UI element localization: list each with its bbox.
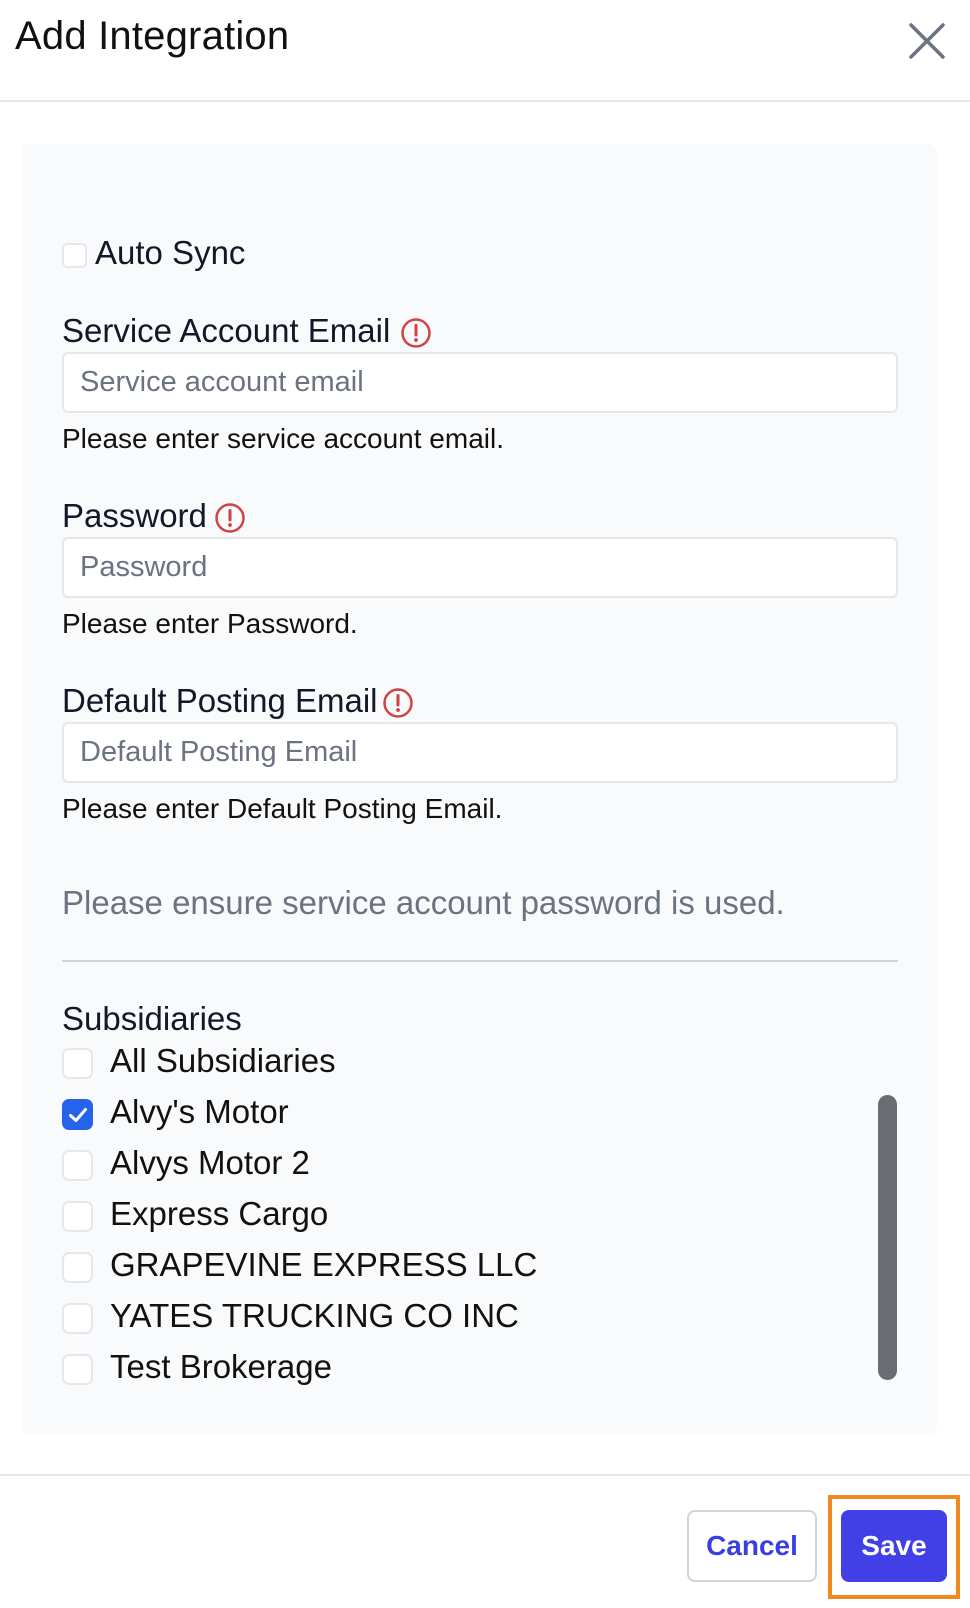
subsidiary-item[interactable]: GRAPEVINE EXPRESS LLC: [22, 1244, 872, 1296]
subsidiary-item[interactable]: YATES TRUCKING CO INC: [22, 1295, 872, 1347]
auto-sync-checkbox[interactable]: [62, 243, 87, 268]
subsidiary-checkbox[interactable]: [62, 1252, 93, 1283]
dialog-header: Add Integration: [0, 0, 970, 102]
dialog-title: Add Integration: [15, 14, 290, 58]
password-error: Please enter Password.: [62, 608, 358, 639]
subsidiary-label: Alvys Motor 2: [110, 1144, 310, 1181]
subsidiary-label: Test Brokerage: [110, 1348, 332, 1385]
default-posting-email-field[interactable]: [62, 722, 898, 783]
password-note: Please ensure service account password i…: [62, 884, 785, 921]
alert-circle-icon: [215, 503, 245, 533]
subsidiary-label: Alvy's Motor: [110, 1093, 289, 1130]
dialog-footer: [0, 1474, 970, 1608]
subsidiary-label: All Subsidiaries: [110, 1042, 336, 1079]
add-integration-dialog: Add Integration Auto Sync Service Accoun…: [0, 0, 970, 1608]
auto-sync-label: Auto Sync: [95, 234, 246, 271]
default-posting-email-label: Default Posting Email: [62, 682, 378, 719]
subsidiary-label: GRAPEVINE EXPRESS LLC: [110, 1246, 538, 1283]
subsidiary-checkbox[interactable]: [62, 1099, 93, 1130]
check-icon: [69, 1108, 87, 1122]
password-label: Password: [62, 497, 207, 534]
subsidiaries-list: All Subsidiaries Alvy's Motor Alvys Moto…: [22, 1040, 937, 1396]
close-icon: [909, 23, 945, 59]
subsidiary-item[interactable]: Alvys Motor 2: [22, 1142, 872, 1194]
divider: [62, 960, 898, 962]
default-posting-email-error: Please enter Default Posting Email.: [62, 793, 503, 824]
subsidiary-item[interactable]: Express Cargo: [22, 1193, 872, 1245]
save-button[interactable]: Save: [841, 1510, 947, 1582]
service-account-email-error: Please enter service account email.: [62, 423, 504, 454]
subsidiary-item[interactable]: Alvy's Motor: [22, 1091, 872, 1143]
subsidiary-item[interactable]: All Subsidiaries: [22, 1040, 872, 1092]
subsidiary-label: YATES TRUCKING CO INC: [110, 1297, 519, 1334]
subsidiaries-scrollbar[interactable]: [878, 1095, 897, 1380]
subsidiary-checkbox[interactable]: [62, 1201, 93, 1232]
subsidiary-checkbox[interactable]: [62, 1354, 93, 1385]
subsidiaries-title: Subsidiaries: [62, 1000, 242, 1037]
service-account-email-field[interactable]: [62, 352, 898, 413]
alert-circle-icon: [383, 688, 413, 718]
close-button[interactable]: [904, 18, 950, 64]
cancel-button[interactable]: Cancel: [687, 1510, 817, 1582]
subsidiary-label: Express Cargo: [110, 1195, 329, 1232]
service-account-email-label: Service Account Email: [62, 312, 391, 349]
password-field[interactable]: [62, 537, 898, 598]
subsidiary-checkbox[interactable]: [62, 1048, 93, 1079]
alert-circle-icon: [401, 318, 431, 348]
subsidiary-checkbox[interactable]: [62, 1303, 93, 1334]
subsidiary-item[interactable]: Test Brokerage: [22, 1346, 872, 1396]
subsidiary-checkbox[interactable]: [62, 1150, 93, 1181]
